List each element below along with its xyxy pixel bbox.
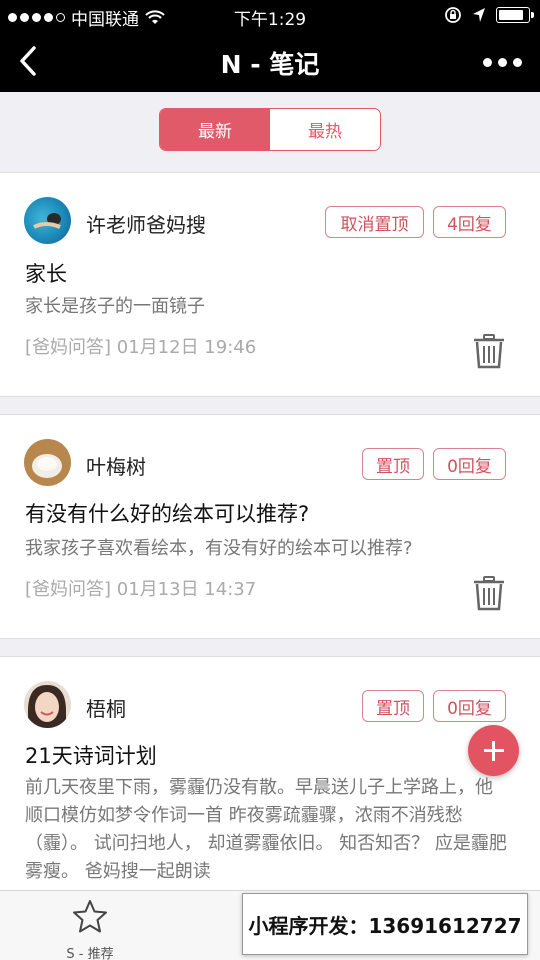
more-options-icon[interactable]	[483, 58, 522, 67]
add-post-button[interactable]	[468, 725, 519, 776]
author-name[interactable]: 叶梅树	[86, 451, 146, 480]
avatar[interactable]	[24, 681, 71, 728]
reply-count-button[interactable]: 0回复	[433, 690, 506, 722]
post-title: 有没有什么好的绘本可以推荐?	[25, 502, 310, 526]
battery-fill	[499, 10, 524, 20]
status-bar: 中国联通 下午1:29	[0, 0, 540, 30]
status-right	[444, 6, 534, 24]
star-icon	[73, 900, 107, 933]
post-meta: [爸妈问答] 01月12日 19:46	[25, 337, 257, 358]
unpin-button[interactable]: 取消置顶	[325, 206, 424, 238]
avatar[interactable]	[24, 439, 71, 486]
promo-banner: 小程序开发：13691612727	[242, 893, 528, 955]
tab-hottest[interactable]: 最热	[270, 109, 380, 150]
reply-count-button[interactable]: 4回复	[433, 206, 506, 238]
battery-icon	[496, 7, 534, 23]
avatar[interactable]	[24, 197, 71, 244]
reply-count-button[interactable]: 0回复	[433, 448, 506, 480]
post-card[interactable]: 许老师爸妈搜 取消置顶 4回复 家长 家长是孩子的一面镜子 [爸妈问答] 01月…	[0, 172, 540, 397]
post-body: 家长是孩子的一面镜子	[25, 296, 205, 317]
post-body: 我家孩子喜欢看绘本，有没有好的绘本可以推荐?	[25, 538, 413, 559]
location-icon	[473, 8, 485, 22]
author-name[interactable]: 许老师爸妈搜	[86, 209, 206, 238]
author-name[interactable]: 梧桐	[86, 693, 126, 722]
bowl-image	[32, 454, 62, 478]
page-title: N - 笔记	[220, 50, 320, 79]
tab-recommend[interactable]: S - 推荐	[0, 891, 180, 960]
tab-latest[interactable]: 最新	[160, 109, 270, 150]
post-meta: [爸妈问答] 01月13日 14:37	[25, 579, 257, 600]
pin-button[interactable]: 置顶	[362, 690, 424, 722]
face-image	[28, 685, 66, 728]
swimmer-image	[33, 213, 61, 229]
pin-button[interactable]: 置顶	[362, 448, 424, 480]
sort-segment-control: 最新 最热	[159, 108, 381, 151]
post-card[interactable]: 梧桐 置顶 0回复 21天诗词计划 前几天夜里下雨，雾霾仍没有散。早晨送儿子上学…	[0, 656, 540, 892]
post-title: 家长	[25, 262, 67, 286]
post-body: 前几天夜里下雨，雾霾仍没有散。早晨送儿子上学路上，他顺口模仿如梦令作词一首 昨夜…	[25, 777, 507, 882]
trash-icon[interactable]	[472, 333, 506, 369]
post-title: 21天诗词计划	[25, 744, 157, 768]
orientation-lock-icon	[445, 7, 461, 23]
tab-recommend-label: S - 推荐	[66, 947, 114, 960]
trash-icon[interactable]	[472, 575, 506, 611]
post-card[interactable]: 叶梅树 置顶 0回复 有没有什么好的绘本可以推荐? 我家孩子喜欢看绘本，有没有好…	[0, 414, 540, 639]
nav-bar: N - 笔记	[0, 30, 540, 92]
